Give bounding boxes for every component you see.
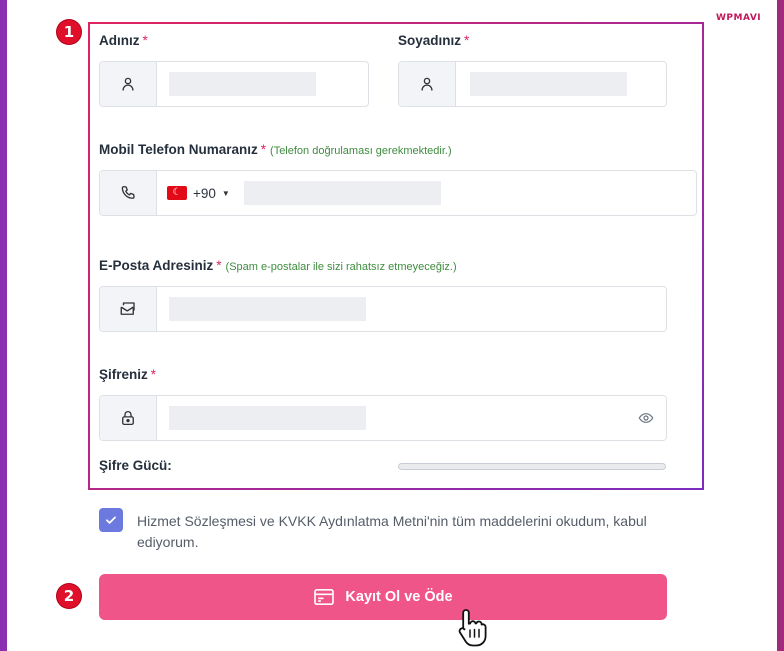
country-code-select[interactable]: ☾ +90 ▼ [157, 171, 240, 215]
first-name-label: Adınız * [99, 33, 148, 48]
hand-cursor-icon [458, 609, 487, 647]
phone-input-box[interactable] [244, 181, 441, 205]
phone-label-text: Mobil Telefon Numaranız [99, 142, 258, 157]
email-label: E-Posta Adresiniz * (Spam e-postalar ile s… [99, 258, 457, 273]
email-addon [100, 287, 157, 331]
password-input-box[interactable] [169, 406, 366, 430]
register-and-pay-label: Kayıt Ol ve Öde [345, 589, 453, 605]
password-field[interactable] [99, 395, 667, 441]
first-name-field[interactable] [99, 61, 369, 107]
email-field[interactable] [99, 286, 667, 332]
required-mark: * [216, 258, 222, 273]
chevron-down-icon: ▼ [221, 188, 230, 198]
last-name-label: Soyadınız * [398, 33, 469, 48]
mail-icon [120, 302, 135, 315]
lock-icon [122, 411, 134, 426]
last-name-field[interactable] [398, 61, 667, 107]
consent-checkbox[interactable] [99, 508, 123, 532]
first-name-addon [100, 62, 157, 106]
eye-icon[interactable] [638, 410, 654, 426]
email-label-text: E-Posta Adresiniz [99, 258, 214, 273]
phone-icon [121, 185, 135, 199]
last-name-label-text: Soyadınız [398, 33, 462, 48]
register-and-pay-button[interactable]: Kayıt Ol ve Öde [99, 574, 667, 620]
phone-label: Mobil Telefon Numaranız * (Telefon doğrula… [99, 142, 452, 157]
last-name-input-box[interactable] [470, 72, 627, 96]
brand-watermark: WPMAVI [716, 13, 762, 23]
phone-field[interactable]: ☾ +90 ▼ [99, 170, 697, 216]
password-strength-meter [398, 463, 666, 470]
required-mark: * [150, 367, 157, 382]
consent-text: Hizmet Sözleşmesi ve KVKK Aydınlatma Met… [137, 513, 647, 550]
check-icon [106, 516, 116, 524]
password-strength-label: Şifre Gücü: [99, 458, 172, 473]
first-name-label-text: Adınız [99, 33, 140, 48]
first-name-input-box[interactable] [169, 72, 316, 96]
last-name-addon [399, 62, 456, 106]
required-mark: * [464, 33, 470, 48]
email-input-box[interactable] [169, 297, 366, 321]
step-marker-2: 2 [57, 584, 81, 608]
user-icon [122, 77, 134, 91]
user-icon [421, 77, 433, 91]
password-label-text: Şifreniz [99, 367, 148, 382]
phone-hint: (Telefon doğrulaması gerekmektedir.) [270, 145, 452, 157]
required-mark: * [260, 142, 267, 157]
phone-addon [100, 171, 157, 215]
required-mark: * [142, 33, 148, 48]
turkey-flag-icon: ☾ [167, 186, 187, 200]
step-marker-1: 1 [57, 20, 81, 44]
country-code-value: +90 [193, 185, 216, 201]
password-addon [100, 396, 157, 440]
payment-card-icon [314, 588, 335, 606]
email-hint: (Spam e-postalar ile sizi rahatsız etmey… [225, 261, 457, 273]
password-label: Şifreniz * [99, 367, 156, 382]
